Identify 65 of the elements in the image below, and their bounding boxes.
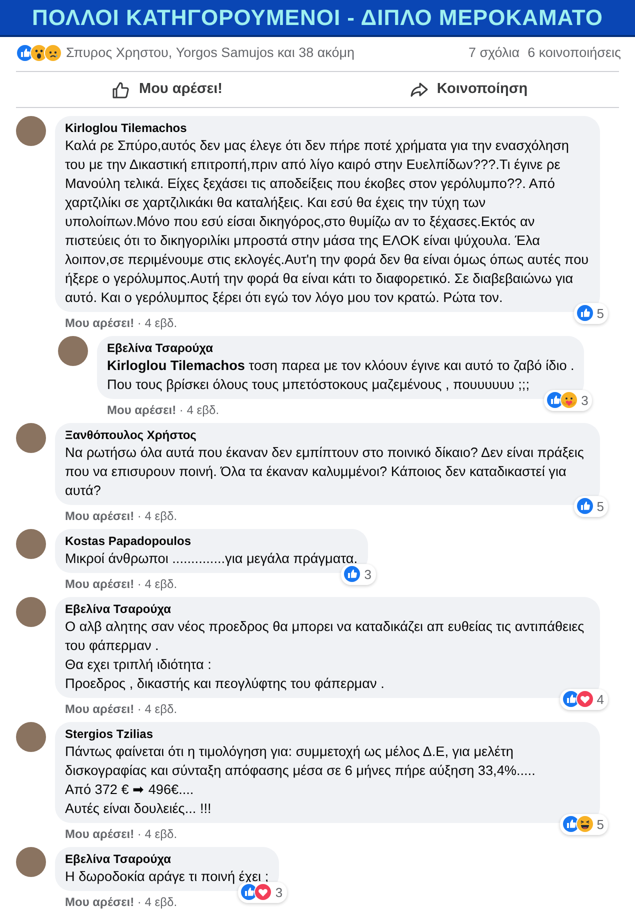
crying-face-icon	[44, 44, 62, 62]
like-link[interactable]: Μου αρέσει!	[65, 895, 134, 909]
comment-time[interactable]: 4 εβδ.	[144, 702, 178, 716]
avatar[interactable]	[16, 847, 46, 877]
comment-author[interactable]: Εβελίνα Τσαρούχα	[65, 601, 590, 617]
comment-text: Πάντως φαίνεται ότι η τιμολόγηση για: συμμετοχή ως μέλος Δ.Ε, για μελέτη δισκογραφίας και σύνταξη απόφασης μέσα σε 6 μήνες πήρε αύξηση 33,4%..... Από 372 € ➡ 496€.... Αυτές είναι δουλειές... !!!	[65, 743, 536, 818]
reaction-count: 5	[596, 498, 604, 516]
reaction-summary[interactable]: 5	[574, 496, 608, 517]
separator-dot: ·	[178, 403, 184, 417]
heart-reaction-icon	[576, 690, 594, 708]
hugging-face-icon	[560, 391, 578, 410]
like-button[interactable]: Μου αρέσει!	[16, 72, 318, 107]
like-link[interactable]: Μου αρέσει!	[107, 403, 176, 417]
banner-title: ΠΟΛΛΟΙ ΚΑΤΗΓΟΡΟΥΜΕΝΟΙ - ΔΙΠΛΟ ΜΕΡΟΚΑΜΑΤΟ	[32, 4, 604, 32]
thumbs-up-icon	[111, 80, 131, 100]
reaction-summary[interactable]: 5	[574, 302, 608, 324]
like-link[interactable]: Μου αρέσει!	[65, 316, 134, 330]
avatar[interactable]	[16, 423, 46, 453]
comment-time[interactable]: 4 εβδ.	[144, 509, 178, 523]
separator-dot: ·	[136, 577, 142, 591]
comment-author[interactable]: Kostas Papadopoulos	[65, 533, 358, 549]
reaction-summary[interactable]: 5	[560, 814, 608, 835]
like-reaction-icon	[576, 304, 594, 322]
reaction-count: 3	[275, 884, 283, 902]
comment-count[interactable]: 7 σχόλια	[468, 42, 520, 64]
like-reaction-icon	[576, 497, 594, 516]
separator-dot: ·	[136, 895, 142, 909]
separator-dot: ·	[136, 509, 142, 523]
separator-dot: ·	[136, 316, 142, 330]
comment-time[interactable]: 4 εβδ.	[186, 403, 220, 417]
separator-dot: ·	[136, 827, 142, 841]
reaction-count: 4	[596, 690, 604, 708]
reaction-count: 3	[364, 566, 372, 584]
reaction-count: 5	[596, 816, 604, 834]
comment-time[interactable]: 4 εβδ.	[144, 895, 178, 909]
like-link[interactable]: Μου αρέσει!	[65, 577, 134, 591]
avatar[interactable]	[16, 722, 46, 752]
comment-time[interactable]: 4 εβδ.	[144, 577, 178, 591]
comment-author[interactable]: Ξανθόπουλος Χρήστος	[65, 427, 590, 443]
reaction-summary[interactable]: 3	[341, 564, 376, 585]
comment-time[interactable]: 4 εβδ.	[144, 827, 178, 841]
like-link[interactable]: Μου αρέσει!	[65, 509, 134, 523]
reaction-count: 5	[596, 304, 604, 322]
reaction-summary[interactable]: 3	[238, 882, 287, 903]
share-count[interactable]: 6 κοινοποιήσεις	[528, 42, 621, 64]
avatar[interactable]	[16, 529, 46, 559]
share-button[interactable]: Κοινοποίηση	[318, 72, 619, 107]
like-link[interactable]: Μου αρέσει!	[65, 827, 134, 841]
like-link[interactable]: Μου αρέσει!	[65, 702, 134, 716]
avatar[interactable]	[58, 336, 88, 366]
separator-dot: ·	[136, 702, 142, 716]
reaction-count: 3	[581, 392, 588, 410]
reaction-summary[interactable]: 4	[560, 688, 608, 710]
avatar[interactable]	[16, 597, 46, 627]
comment-author[interactable]: Εβελίνα Τσαρούχα	[65, 851, 269, 867]
heart-reaction-icon	[254, 883, 272, 902]
comment-author[interactable]: Εβελίνα Τσαρούχα	[107, 340, 574, 356]
laughing-face-icon	[576, 815, 594, 834]
comment-author[interactable]: Stergios Tzilias	[65, 726, 590, 742]
comment-author[interactable]: Kirloglou Tilemachos	[65, 120, 590, 136]
reaction-summary[interactable]: 3	[544, 390, 592, 411]
avatar[interactable]	[16, 116, 46, 146]
comment-time[interactable]: 4 εβδ.	[144, 316, 178, 330]
reactors-text[interactable]: Σπυρος Χρηστου, Yorgos Samujos και 38 ακόμη	[66, 42, 355, 64]
like-reaction-icon	[343, 565, 362, 584]
